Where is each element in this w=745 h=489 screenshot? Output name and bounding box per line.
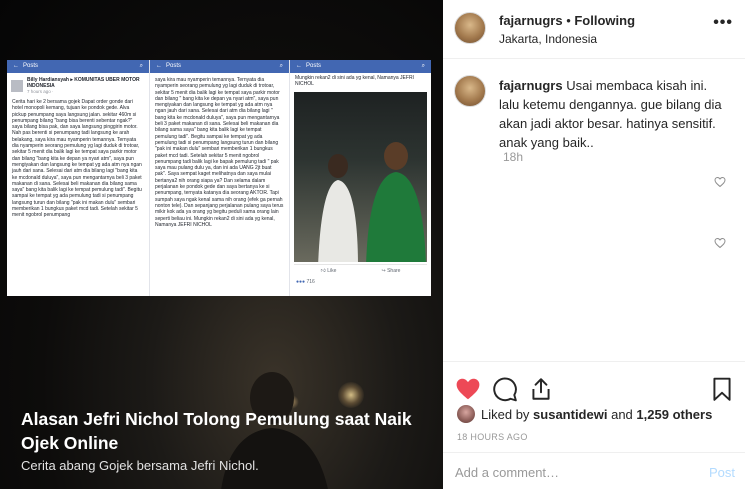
fb-author-avatar (11, 80, 23, 92)
person-photo (318, 153, 358, 262)
fb-bar-label: Posts (23, 63, 39, 69)
light-glow (338, 382, 364, 408)
fb-like-label: Like (327, 267, 337, 274)
header-separator: • (562, 13, 575, 28)
share-icon[interactable] (528, 376, 554, 402)
post-media[interactable]: ← Posts ⌕ Billy Hardiansyah ▸ KOMUNITAS U… (0, 0, 443, 489)
likes-summary: Liked by susantidewi and 1,259 others (457, 405, 712, 423)
fb-reactions: ●●● 716 (290, 277, 431, 287)
header-username[interactable]: fajarnugrs (499, 13, 563, 28)
liker-avatar[interactable] (457, 405, 475, 423)
comment-input[interactable] (455, 463, 695, 481)
action-bar (443, 361, 745, 407)
screenshot-column: ← Posts ⌕ Mungkin rekan2 di sini ada yg k… (290, 60, 431, 296)
post-header: fajarnugrs • Following Jakarta, Indonesi… (443, 0, 745, 59)
heart-outline-icon[interactable] (714, 176, 726, 188)
fb-post-text: Mungkin rekan2 di sini ada yg kenal, Nam… (295, 75, 414, 88)
bookmark-icon[interactable] (709, 376, 735, 402)
fb-post-text: saya kira mau nyamperin temannya. Ternya… (155, 77, 284, 228)
caption-comment: fajarnugrs Usai membaca kisah ini. lalu … (499, 76, 724, 152)
fb-header-bar: ← Posts ⌕ (150, 60, 289, 73)
media-caption-subtitle: Cerita abang Gojek bersama Jefri Nichol. (21, 458, 259, 473)
comment-username[interactable]: fajarnugrs (499, 78, 563, 93)
facebook-post-screenshot: ← Posts ⌕ Billy Hardiansyah ▸ KOMUNITAS U… (7, 60, 431, 296)
fb-author: Billy Hardiansyah ▸ KOMUNITAS UBER MOTOR… (7, 73, 149, 97)
search-icon: ⌕ (279, 63, 283, 69)
back-arrow-icon: ← (156, 63, 162, 69)
fb-post-photo (294, 91, 427, 262)
person-photo (366, 141, 426, 262)
follow-status-button[interactable]: Following (574, 13, 635, 28)
back-arrow-icon: ← (296, 63, 302, 69)
fb-header-bar: ← Posts ⌕ (7, 60, 149, 73)
header-location[interactable]: Jakarta, Indonesia (499, 32, 597, 46)
add-comment-bar: Post (443, 452, 745, 489)
post-sidebar: fajarnugrs • Following Jakarta, Indonesi… (443, 0, 745, 489)
reaction-icons: ●●● (296, 278, 307, 285)
post-timestamp[interactable]: 18 HOURS AGO (457, 432, 528, 442)
comment-avatar[interactable] (454, 75, 486, 107)
likes-prefix: Liked by (481, 406, 530, 422)
screenshot-column: ← Posts ⌕ Billy Hardiansyah ▸ KOMUNITAS U… (7, 60, 150, 296)
fb-bar-label: Posts (306, 63, 322, 69)
fb-bar-label: Posts (166, 63, 182, 69)
likes-others-link[interactable]: 1,259 others (636, 407, 712, 422)
comments-section: fajarnugrs Usai membaca kisah ini. lalu … (443, 59, 745, 359)
fb-author-name: Billy Hardiansyah ▸ KOMUNITAS UBER MOTOR… (27, 77, 140, 89)
header-user-line: fajarnugrs • Following (499, 13, 635, 28)
search-icon: ⌕ (139, 63, 143, 69)
comment-icon[interactable] (492, 376, 518, 402)
fb-header-bar: ← Posts ⌕ (290, 60, 431, 73)
heart-filled-icon[interactable] (455, 376, 481, 402)
avatar[interactable] (454, 12, 486, 44)
media-caption-title: Alasan Jefri Nichol Tolong Pemulung saat… (21, 409, 412, 453)
back-arrow-icon: ← (13, 63, 19, 69)
fb-share-label: Share (387, 267, 401, 274)
likes-middle: and (611, 406, 633, 422)
search-icon: ⌕ (421, 63, 425, 69)
heart-outline-icon[interactable] (714, 237, 726, 249)
comment-time: 18h (503, 150, 524, 164)
fb-reaction-count: 716 (306, 278, 315, 285)
fb-post-text: Cerita hari ke 2 bersama gojek Dapat ord… (12, 99, 142, 219)
fb-like: 👍︎ Like (321, 268, 337, 274)
fb-actions: 👍︎ Like ↪ Share (294, 263, 427, 277)
screenshot-column: ← Posts ⌕ saya kira mau nyamperin temanny… (150, 60, 290, 296)
fb-share: ↪ Share (382, 268, 401, 274)
fb-author-time: 7 hours ago · (27, 89, 54, 94)
more-options-icon[interactable]: ••• (713, 14, 733, 32)
post-comment-button[interactable]: Post (709, 465, 735, 480)
liker-username[interactable]: susantidewi (533, 407, 607, 422)
